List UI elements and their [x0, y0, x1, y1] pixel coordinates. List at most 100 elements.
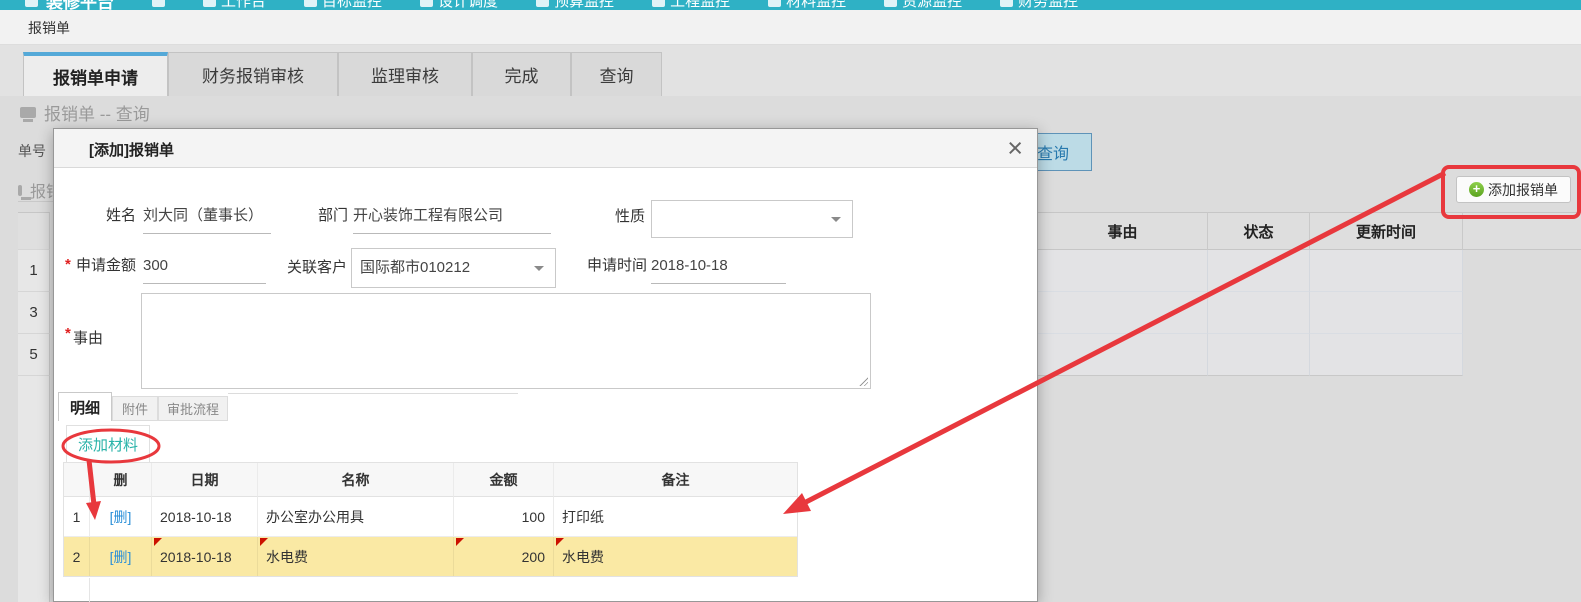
customer-select[interactable]: 国际都市010212	[351, 248, 556, 288]
chevron-down-icon	[831, 217, 841, 227]
col-header-del: 删	[90, 463, 152, 497]
menu-item-yusuan[interactable]: 预算监控	[536, 0, 614, 10]
query-button-label: 查询	[1037, 140, 1069, 164]
delete-link[interactable]: [删]	[110, 507, 132, 527]
bg-row-number: 3	[18, 292, 50, 334]
bg-row-number-empty	[18, 376, 50, 602]
tab-chaxun[interactable]: 查询	[571, 52, 662, 96]
target-icon	[304, 0, 317, 7]
menu-item-ziyuan[interactable]: 资源监控	[884, 0, 962, 10]
menu-label: 目标监控	[322, 0, 382, 10]
top-menu-bar: 装修平台 工作台 目标监控 设计调度 预算监控 工程监控 材料监控 资源监控 财…	[0, 0, 1581, 10]
tab-label: 报销单申请	[53, 64, 138, 89]
bg-cell	[1310, 250, 1463, 292]
add-baoxiaodan-label: 添加报销单	[1488, 180, 1558, 200]
name-field[interactable]: 刘大同（董事长）	[143, 198, 271, 234]
delete-link[interactable]: [删]	[110, 547, 132, 567]
tab-label: 财务报销审核	[202, 62, 304, 87]
tab-caiwu-shenhe[interactable]: 财务报销审核	[168, 52, 338, 96]
add-baoxiaodan-button[interactable]: 添加报销单	[1456, 176, 1571, 203]
dept-label: 部门	[286, 198, 348, 234]
col-header-rownum	[64, 463, 90, 497]
bg-cell	[1208, 292, 1310, 334]
bg-col-header-shiyou: 事由	[1038, 212, 1208, 250]
menu-item-gongcheng[interactable]: 工程监控	[652, 0, 730, 10]
add-material-link[interactable]: 添加材料	[78, 434, 138, 455]
row-number: 1	[64, 497, 90, 537]
tab-label: 监理审核	[371, 62, 439, 87]
header-strip	[0, 10, 1581, 45]
menu-label: 设计调度	[438, 0, 498, 10]
finance-icon	[1000, 0, 1013, 7]
col-header-date: 日期	[152, 463, 258, 497]
nature-label: 性质	[583, 199, 645, 235]
tab-baoxiaodan-shenqing[interactable]: 报销单申请	[23, 52, 168, 96]
tab-wancheng[interactable]: 完成	[472, 52, 571, 96]
menu-item-sheji[interactable]: 设计调度	[420, 0, 498, 10]
note-cell[interactable]: 打印纸	[554, 497, 797, 537]
customer-value: 国际都市010212	[360, 259, 470, 276]
dept-field[interactable]: 开心装饰工程有限公司	[353, 198, 551, 234]
close-icon[interactable]: ×	[1007, 131, 1023, 165]
menu-label: 资源监控	[902, 0, 962, 10]
bg-cell	[1038, 334, 1208, 376]
menu-label: 预算监控	[554, 0, 614, 10]
monitor-icon	[18, 185, 22, 196]
page-title: 报销单	[28, 18, 70, 38]
section-title-text: 报销单 -- 查询	[44, 100, 150, 125]
bg-cell	[1310, 334, 1463, 376]
date-cell[interactable]: 2018-10-18	[152, 497, 258, 537]
hamburger-icon[interactable]	[152, 0, 165, 7]
required-mark: *	[65, 256, 71, 273]
amount-field[interactable]: 300	[143, 248, 266, 284]
menu-item-caiwu[interactable]: 财务监控	[1000, 0, 1078, 10]
tab-fujian[interactable]: 附件	[112, 396, 158, 421]
project-icon	[652, 0, 665, 7]
time-field[interactable]: 2018-10-18	[651, 248, 786, 284]
divider	[18, 201, 53, 202]
menu-item-mubiao[interactable]: 目标监控	[304, 0, 382, 10]
menu-item-gongzuotai[interactable]: 工作台	[203, 0, 266, 10]
col-header-name: 名称	[258, 463, 454, 497]
resource-icon	[884, 0, 897, 7]
dialog-header	[54, 129, 1037, 168]
tab-jianli-shenhe[interactable]: 监理审核	[338, 52, 472, 96]
time-label: 申请时间	[587, 248, 647, 284]
detail-table: 删 日期 名称 金额 备注 1 [删] 2018-10-18 办公室办公用具 1…	[63, 462, 798, 577]
amount-label: 申请金额	[74, 248, 136, 284]
brand-label: 装修平台	[46, 0, 114, 10]
name-cell[interactable]: 水电费	[258, 537, 454, 576]
col-header-amount: 金额	[454, 463, 554, 497]
menu-label: 工程监控	[670, 0, 730, 10]
menu-label: 材料监控	[786, 0, 846, 10]
note-cell[interactable]: 水电费	[554, 537, 797, 576]
monitor-icon	[20, 107, 36, 118]
tab-mingxi[interactable]: 明细	[58, 392, 112, 421]
bg-row-number: 5	[18, 334, 50, 376]
logo-icon	[25, 0, 38, 7]
chevron-down-icon	[534, 266, 544, 276]
amount-cell[interactable]: 100	[454, 497, 554, 537]
menu-item-cailiao[interactable]: 材料监控	[768, 0, 846, 10]
tab-shenpi-liucheng[interactable]: 审批流程	[158, 396, 228, 421]
bg-table-corner	[18, 212, 50, 250]
bg-cell	[1038, 292, 1208, 334]
add-material-cell: 添加材料	[66, 425, 150, 462]
col-header-note: 备注	[554, 463, 797, 497]
bg-cell	[1038, 250, 1208, 292]
material-icon	[768, 0, 781, 7]
section-title: 报销单 -- 查询	[20, 100, 150, 125]
delete-cell: [删]	[90, 497, 152, 537]
name-cell[interactable]: 办公室办公用具	[258, 497, 454, 537]
reason-textarea[interactable]	[141, 293, 871, 389]
bg-row-number: 1	[18, 250, 50, 292]
plus-icon	[1469, 182, 1484, 197]
app-window: 报销单 报销单申请 财务报销审核 监理审核 完成 查询 报销单 -- 查询 单号…	[0, 0, 1581, 602]
date-cell[interactable]: 2018-10-18	[152, 537, 258, 576]
nature-select[interactable]	[651, 200, 853, 238]
tab-label: 明细	[70, 397, 100, 418]
amount-cell[interactable]: 200	[454, 537, 554, 576]
bg-col-header-empty	[1463, 212, 1581, 250]
tab-label: 查询	[600, 62, 634, 87]
tab-label: 审批流程	[167, 399, 219, 418]
